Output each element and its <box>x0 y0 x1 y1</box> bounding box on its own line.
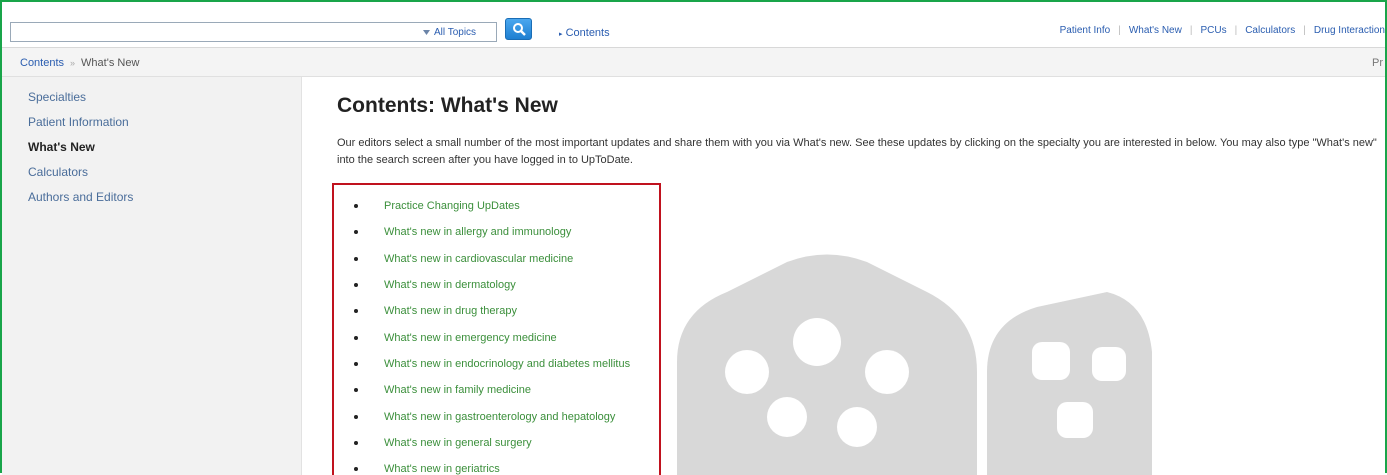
page-title-prefix: Contents: <box>337 94 435 117</box>
list-item[interactable]: What's new in geriatrics <box>354 456 630 475</box>
top-bar: All Topics ▸ Contents Patient Info | Wha… <box>2 2 1385 48</box>
nav-pcus[interactable]: PCUs <box>1192 25 1234 36</box>
list-item[interactable]: What's new in dermatology <box>354 272 630 298</box>
window-frame: All Topics ▸ Contents Patient Info | Wha… <box>0 0 1387 475</box>
search-box: All Topics <box>10 22 497 42</box>
list-item-link[interactable]: What's new in general surgery <box>384 437 532 449</box>
search-icon <box>512 23 526 36</box>
page-title: Contents: What's New <box>337 94 558 118</box>
topics-dropdown-label: All Topics <box>434 26 477 38</box>
list-item-link[interactable]: What's new in family medicine <box>384 384 531 396</box>
breadcrumb-contents[interactable]: Contents <box>20 57 64 69</box>
sidebar-item-whats-new[interactable]: What's New <box>28 140 301 165</box>
list-item[interactable]: What's new in family medicine <box>354 377 630 403</box>
sidebar-item-calculators[interactable]: Calculators <box>28 165 301 190</box>
print-link[interactable]: Pr <box>1372 57 1383 69</box>
list-item[interactable]: What's new in cardiovascular medicine <box>354 246 630 272</box>
list-item-link[interactable]: What's new in dermatology <box>384 279 516 291</box>
nav-drug-interactions[interactable]: Drug Interaction <box>1306 25 1385 36</box>
triangle-right-icon: ▸ <box>559 31 563 38</box>
list-item-link[interactable]: What's new in drug therapy <box>384 305 517 317</box>
bullet-icon <box>354 283 358 288</box>
breadcrumb-arrow-icon: » <box>70 58 76 68</box>
bullet-icon <box>354 256 358 261</box>
list-item-link[interactable]: What's new in cardiovascular medicine <box>384 253 573 265</box>
list-item[interactable]: What's new in emergency medicine <box>354 324 630 350</box>
sidebar: Specialties Patient Information What's N… <box>2 77 302 475</box>
main-content: Contents: What's New Our editors select … <box>302 77 1385 475</box>
breadcrumb: Contents » What's New <box>20 57 139 69</box>
bullet-icon <box>354 335 358 340</box>
topics-dropdown[interactable]: All Topics <box>423 24 476 40</box>
list-item-link[interactable]: What's new in allergy and immunology <box>384 226 571 238</box>
sidebar-item-specialties[interactable]: Specialties <box>28 90 301 115</box>
whats-new-list: Practice Changing UpDates What's new in … <box>354 193 630 475</box>
nav-calculators[interactable]: Calculators <box>1237 25 1303 36</box>
bullet-icon <box>354 361 358 366</box>
top-navigation: Patient Info | What's New | PCUs | Calcu… <box>1052 25 1385 36</box>
sidebar-item-patient-information[interactable]: Patient Information <box>28 115 301 140</box>
search-input[interactable] <box>11 23 419 41</box>
list-item-link[interactable]: What's new in endocrinology and diabetes… <box>384 358 630 370</box>
list-item[interactable]: What's new in gastroenterology and hepat… <box>354 403 630 429</box>
list-item-link[interactable]: What's new in geriatrics <box>384 463 500 475</box>
breadcrumb-current: What's New <box>81 57 140 69</box>
watermark-logo-icon <box>677 254 1152 475</box>
search-button[interactable] <box>505 18 532 40</box>
bullet-icon <box>354 388 358 393</box>
page-title-main: What's New <box>440 94 558 117</box>
bullet-icon <box>354 414 358 419</box>
nav-whats-new[interactable]: What's New <box>1121 25 1190 36</box>
chevron-down-icon <box>423 29 430 35</box>
sidebar-item-authors-editors[interactable]: Authors and Editors <box>28 190 301 215</box>
bullet-icon <box>354 204 358 209</box>
bullet-icon <box>354 467 358 472</box>
breadcrumb-bar: Contents » What's New Pr <box>2 48 1385 77</box>
bullet-icon <box>354 309 358 314</box>
list-item[interactable]: What's new in allergy and immunology <box>354 219 630 245</box>
contents-link[interactable]: ▸ Contents <box>559 27 610 39</box>
intro-text: Our editors select a small number of the… <box>337 137 1377 166</box>
list-item[interactable]: What's new in endocrinology and diabetes… <box>354 351 630 377</box>
list-item-link[interactable]: What's new in emergency medicine <box>384 332 557 344</box>
contents-link-label: Contents <box>565 27 610 39</box>
bullet-icon <box>354 230 358 235</box>
list-item[interactable]: What's new in general surgery <box>354 430 630 456</box>
nav-patient-info[interactable]: Patient Info <box>1052 25 1119 36</box>
list-item[interactable]: What's new in drug therapy <box>354 298 630 324</box>
list-item-link[interactable]: What's new in gastroenterology and hepat… <box>384 411 615 423</box>
list-item[interactable]: Practice Changing UpDates <box>354 193 630 219</box>
bullet-icon <box>354 440 358 445</box>
list-item-link[interactable]: Practice Changing UpDates <box>384 200 520 212</box>
